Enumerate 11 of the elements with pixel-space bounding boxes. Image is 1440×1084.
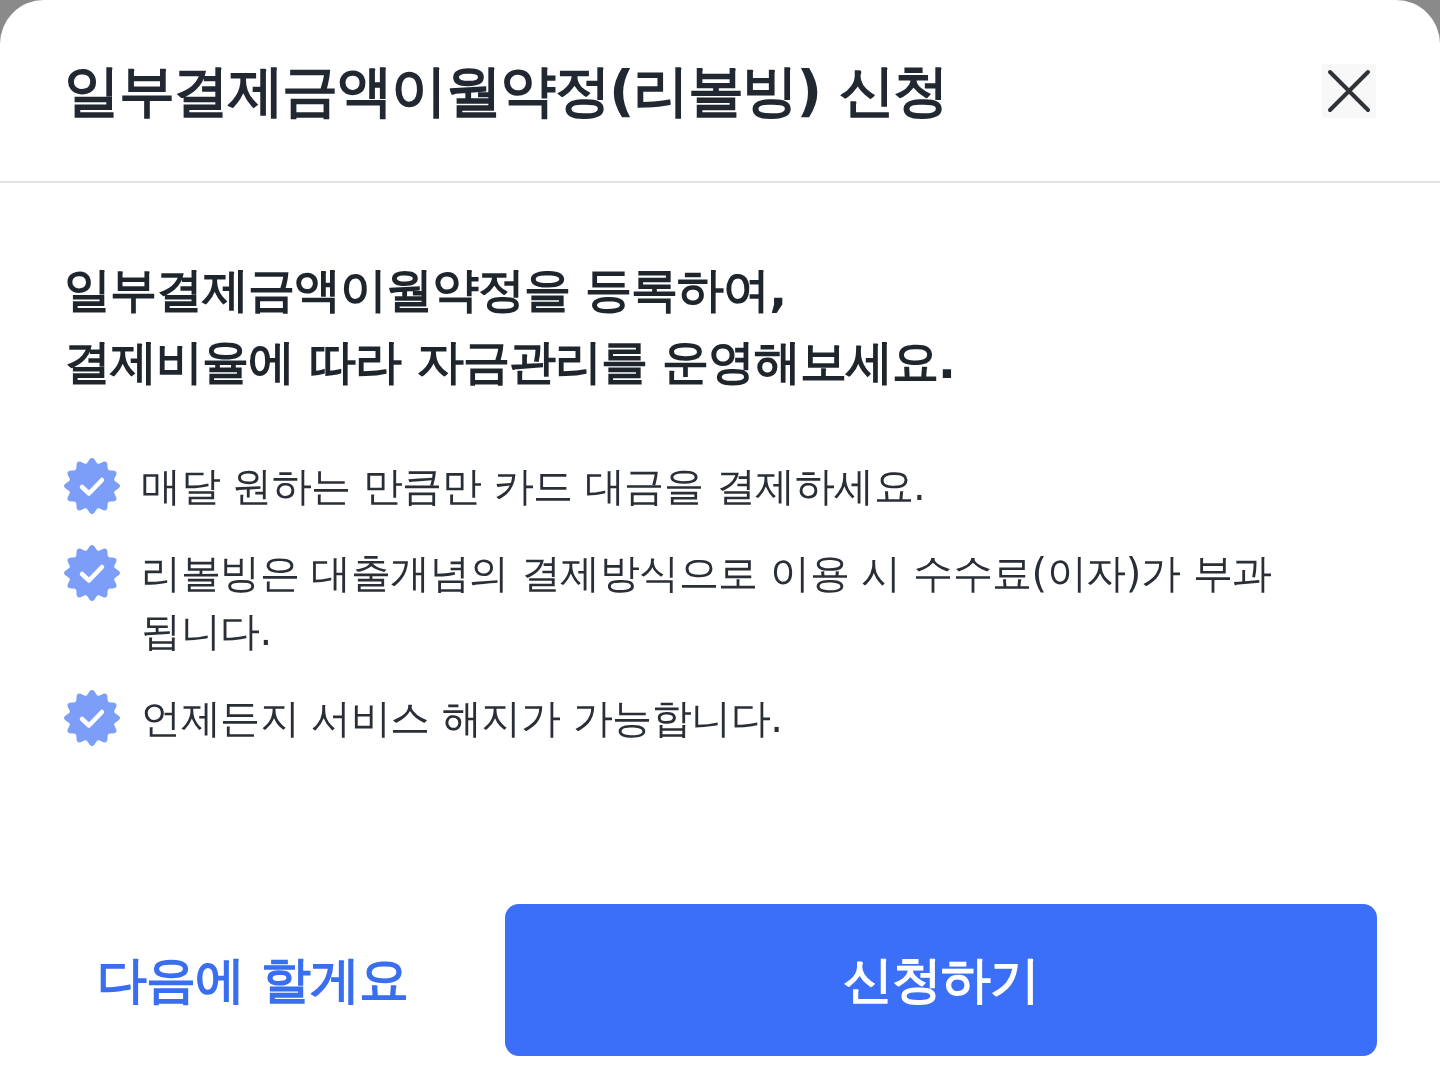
check-badge-icon bbox=[64, 545, 120, 601]
intro-heading: 일부결제금액이월약정을 등록하여, 결제비율에 따라 자금관리를 운영해보세요. bbox=[64, 261, 956, 391]
later-button[interactable]: 다음에 할게요 bbox=[64, 904, 441, 1056]
benefit-text: 매달 원하는 만큼만 카드 대금을 결제하세요. bbox=[141, 462, 927, 511]
benefit-text: 리볼빙은 대출개념의 결제방식으로 이용 시 수수료(이자)가 부과 됩니다. bbox=[141, 549, 1273, 656]
apply-button[interactable]: 신청하기 bbox=[505, 904, 1377, 1056]
benefit-text: 언제든지 서비스 해지가 가능합니다. bbox=[141, 694, 784, 743]
sheet-title: 일부결제금액이월약정(리볼빙) 신청 bbox=[64, 56, 948, 125]
check-badge-icon bbox=[64, 690, 120, 746]
check-badge-icon bbox=[64, 458, 120, 514]
close-button[interactable] bbox=[1322, 63, 1376, 118]
